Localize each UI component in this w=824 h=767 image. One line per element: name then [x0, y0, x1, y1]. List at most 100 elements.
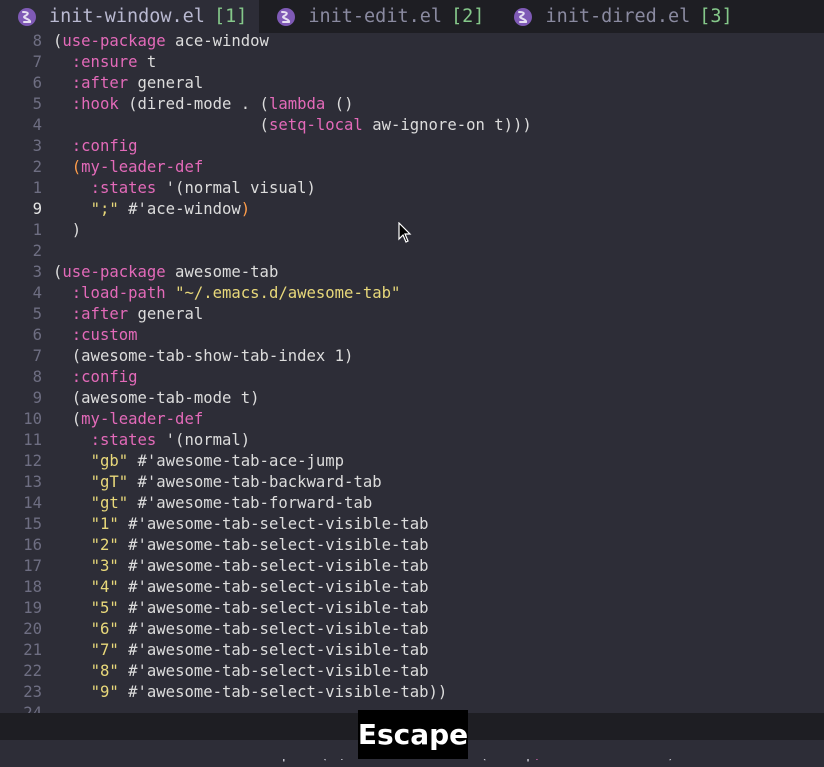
line-number: 9: [32, 389, 42, 407]
editor-buffer[interactable]: 8 (use-package ace-window 7 :ensure t6 :af…: [0, 33, 824, 713]
code-line[interactable]: 14 "gt" #'awesome-tab-forward-tab: [0, 493, 824, 514]
code-line[interactable]: 23 "9" #'awesome-tab-select-visible-tab)…: [0, 682, 824, 703]
code-line[interactable]: 4 (setq-local aw-ignore-on t))): [0, 115, 824, 136]
code-line[interactable]: 5 :hook (dired-mode . (lambda (): [0, 94, 824, 115]
code-token: :after: [71, 74, 129, 92]
line-number: 2: [32, 242, 42, 260]
code-token: (awesome-tab-mode t): [53, 389, 260, 407]
code-text: (setq-local aw-ignore-on t))): [53, 115, 532, 136]
line-number: 3: [32, 137, 42, 155]
code-token: my-leader-def: [81, 410, 204, 428]
line-number: 5: [32, 95, 42, 113]
tab-index: [2]: [451, 6, 485, 27]
line-number: 20: [23, 620, 42, 638]
code-token: "4": [90, 578, 119, 596]
code-line[interactable]: 16 "2" #'awesome-tab-select-visible-tab: [0, 535, 824, 556]
line-number: 23: [23, 683, 42, 701]
code-line[interactable]: 21 "7" #'awesome-tab-select-visible-tab: [0, 640, 824, 661]
code-token: :config: [71, 137, 138, 155]
tab-index: [3]: [699, 6, 733, 27]
line-number: 16: [23, 536, 42, 554]
code-token: #'awesome-tab-ace-jump: [128, 452, 345, 470]
code-line[interactable]: 20 "6" #'awesome-tab-select-visible-tab: [0, 619, 824, 640]
code-token: #'awesome-tab-select-visible-tab: [118, 536, 429, 554]
line-number: 11: [23, 431, 42, 449]
code-line[interactable]: 2 (my-leader-def: [0, 157, 824, 178]
code-token: general: [128, 305, 204, 323]
code-text: "5" #'awesome-tab-select-visible-tab: [53, 598, 429, 619]
code-line[interactable]: 11 :states '(normal): [0, 430, 824, 451]
code-text: :load-path "~/.emacs.d/awesome-tab": [53, 283, 401, 304]
code-token: "5": [90, 599, 119, 617]
code-line[interactable]: 10 (my-leader-def: [0, 409, 824, 430]
emacs-icon: [514, 7, 533, 26]
code-token: awesome-tab: [165, 263, 279, 281]
code-line[interactable]: 13 "gT" #'awesome-tab-backward-tab: [0, 472, 824, 493]
code-line[interactable]: 19 "5" #'awesome-tab-select-visible-tab: [0, 598, 824, 619]
code-token: (: [71, 158, 82, 176]
emacs-icon: [18, 7, 36, 26]
code-line[interactable]: 2: [0, 241, 824, 262]
code-token: #'ace-window: [118, 200, 241, 218]
code-line[interactable]: 6 :custom: [0, 325, 824, 346]
code-token: (: [53, 410, 82, 428]
code-token: lambda: [268, 95, 326, 113]
code-token: ace-window: [165, 33, 269, 50]
tab-init-edit-el[interactable]: init-edit.el [2]: [259, 0, 496, 33]
code-text: "6" #'awesome-tab-select-visible-tab: [53, 619, 429, 640]
code-token: ): [53, 221, 82, 239]
code-line[interactable]: 7 :ensure t: [0, 52, 824, 73]
code-token: #'awesome-tab-select-visible-tab: [118, 557, 429, 575]
code-token: (): [325, 95, 354, 113]
code-text: "gT" #'awesome-tab-backward-tab: [53, 472, 382, 493]
tab-init-window-el[interactable]: init-window.el [1]: [0, 0, 260, 33]
line-number: 4: [32, 284, 42, 302]
code-line[interactable]: 9 ";" #'ace-window): [0, 199, 824, 220]
tab-index: [1]: [213, 6, 248, 27]
line-number: 7: [32, 53, 42, 71]
code-line[interactable]: 8 :config: [0, 367, 824, 388]
code-text: "9" #'awesome-tab-select-visible-tab)): [53, 682, 448, 703]
code-token: #'awesome-tab-backward-tab: [128, 473, 382, 491]
code-line[interactable]: 15 "1" #'awesome-tab-select-visible-tab: [0, 514, 824, 535]
code-line[interactable]: 5 :after general: [0, 304, 824, 325]
code-line[interactable]: 18 "4" #'awesome-tab-select-visible-tab: [0, 577, 824, 598]
tab-init-dired-el[interactable]: init-dired.el [3]: [496, 0, 744, 33]
code-line[interactable]: 3 (use-package awesome-tab: [0, 262, 824, 283]
code-token: "gt": [90, 494, 129, 512]
code-token: (: [53, 116, 269, 134]
code-token: setq-local: [268, 116, 363, 134]
code-token: #'awesome-tab-select-visible-tab: [118, 620, 429, 638]
code-text: :states '(normal): [53, 430, 251, 451]
code-token: "2": [90, 536, 119, 554]
code-line[interactable]: 7 (awesome-tab-show-tab-index 1): [0, 346, 824, 367]
code-token: general: [128, 74, 204, 92]
keystroke-overlay: Escape: [358, 710, 468, 759]
code-line[interactable]: 8 (use-package ace-window: [0, 33, 824, 52]
code-line[interactable]: 6 :after general: [0, 73, 824, 94]
code-token: ";": [90, 200, 119, 218]
code-line[interactable]: 12 "gb" #'awesome-tab-ace-jump: [0, 451, 824, 472]
code-token: '(normal visual): [156, 179, 316, 197]
code-token: t: [137, 53, 157, 71]
code-line[interactable]: 3 :config: [0, 136, 824, 157]
code-line[interactable]: 9 (awesome-tab-mode t): [0, 388, 824, 409]
code-token: :hook: [71, 95, 119, 113]
code-line[interactable]: 1 :states '(normal visual): [0, 178, 824, 199]
code-token: #'awesome-tab-select-visible-tab: [118, 641, 429, 659]
code-line[interactable]: 4 :load-path "~/.emacs.d/awesome-tab": [0, 283, 824, 304]
code-line[interactable]: 1 ): [0, 220, 824, 241]
code-line[interactable]: 17 "3" #'awesome-tab-select-visible-tab: [0, 556, 824, 577]
line-number: 9: [32, 200, 42, 218]
code-text: :config: [53, 136, 138, 157]
code-line[interactable]: 22 "8" #'awesome-tab-select-visible-tab: [0, 661, 824, 682]
code-token: :states: [90, 431, 157, 449]
code-text: (my-leader-def: [53, 409, 203, 430]
